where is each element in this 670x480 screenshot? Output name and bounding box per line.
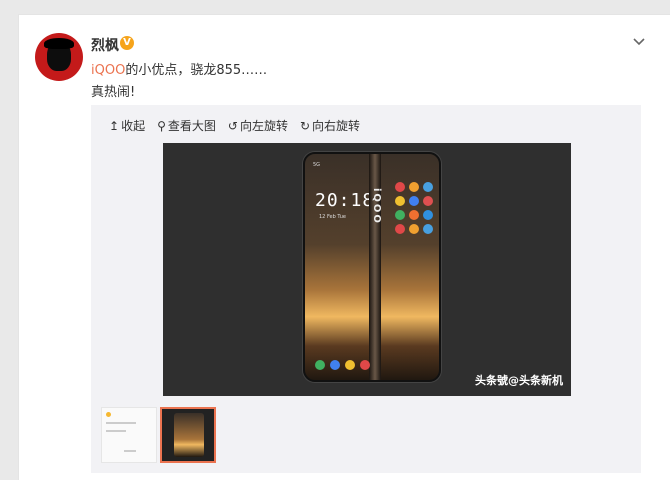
watermark: 头条號@头条新机 [475, 374, 563, 387]
thumbnail-dot-icon [106, 412, 111, 417]
collapse-icon: ↥ [109, 118, 120, 133]
post-text-rest: 的小优点，骁龙855…… [125, 63, 268, 78]
magnifier-icon: ⚲ [157, 118, 166, 133]
rotate-left-label: 向左旋转 [239, 119, 288, 133]
post-text: iQOO的小优点，骁龙855…… [91, 59, 267, 78]
thumbnail-line [106, 422, 136, 424]
thumbnail-1[interactable] [101, 407, 157, 463]
avatar[interactable] [35, 33, 83, 81]
collapse-label: 收起 [121, 119, 146, 133]
app-icons [395, 182, 435, 234]
media-toolbar: ↥ 收起 ⚲ 查看大图 ↺ 向左旋转 ↻ 向右旋转 [109, 117, 360, 134]
chevron-down-icon[interactable] [632, 35, 646, 49]
main-photo[interactable]: 5G 20:18 12 Feb Tue iQOO 头条號@头条新机 [163, 143, 571, 396]
phone-brand: iQOO [371, 188, 382, 225]
thumbnail-2-selected[interactable] [160, 407, 216, 463]
avatar-beret [44, 38, 74, 49]
rotate-left-icon: ↺ [227, 118, 238, 133]
view-large-label: 查看大图 [167, 119, 216, 133]
rotate-left-button[interactable]: ↺ 向左旋转 [228, 117, 288, 134]
phone-date: 12 Feb Tue [319, 214, 346, 220]
status-bar-text: 5G [313, 162, 321, 168]
username[interactable]: 烈枫 [91, 35, 119, 55]
thumbnail-line [106, 430, 126, 432]
weibo-post-card: 烈枫 V iQOO的小优点，骁龙855…… 真热闹! ↥ 收起 ⚲ 查看大图 ↺… [18, 14, 670, 480]
topic-link[interactable]: iQOO [91, 63, 125, 78]
post-text-line2: 真热闹! [91, 85, 136, 100]
phone-clock: 20:18 [315, 190, 375, 211]
collapse-button[interactable]: ↥ 收起 [109, 117, 145, 134]
rotate-right-icon: ↻ [299, 118, 311, 133]
rotate-right-button[interactable]: ↻ 向右旋转 [300, 117, 360, 134]
dock-icons [315, 360, 370, 370]
thumbnail-phone [174, 413, 204, 457]
media-viewer: ↥ 收起 ⚲ 查看大图 ↺ 向左旋转 ↻ 向右旋转 5G 20:18 12 Fe… [91, 105, 641, 473]
verified-badge-icon: V [120, 36, 134, 50]
view-large-button[interactable]: ⚲ 查看大图 [157, 117, 216, 134]
thumbnail-line [124, 450, 136, 452]
phone-image: 5G 20:18 12 Feb Tue iQOO [303, 152, 441, 382]
rotate-right-label: 向右旋转 [312, 119, 361, 133]
thumbnail-strip [101, 407, 216, 463]
